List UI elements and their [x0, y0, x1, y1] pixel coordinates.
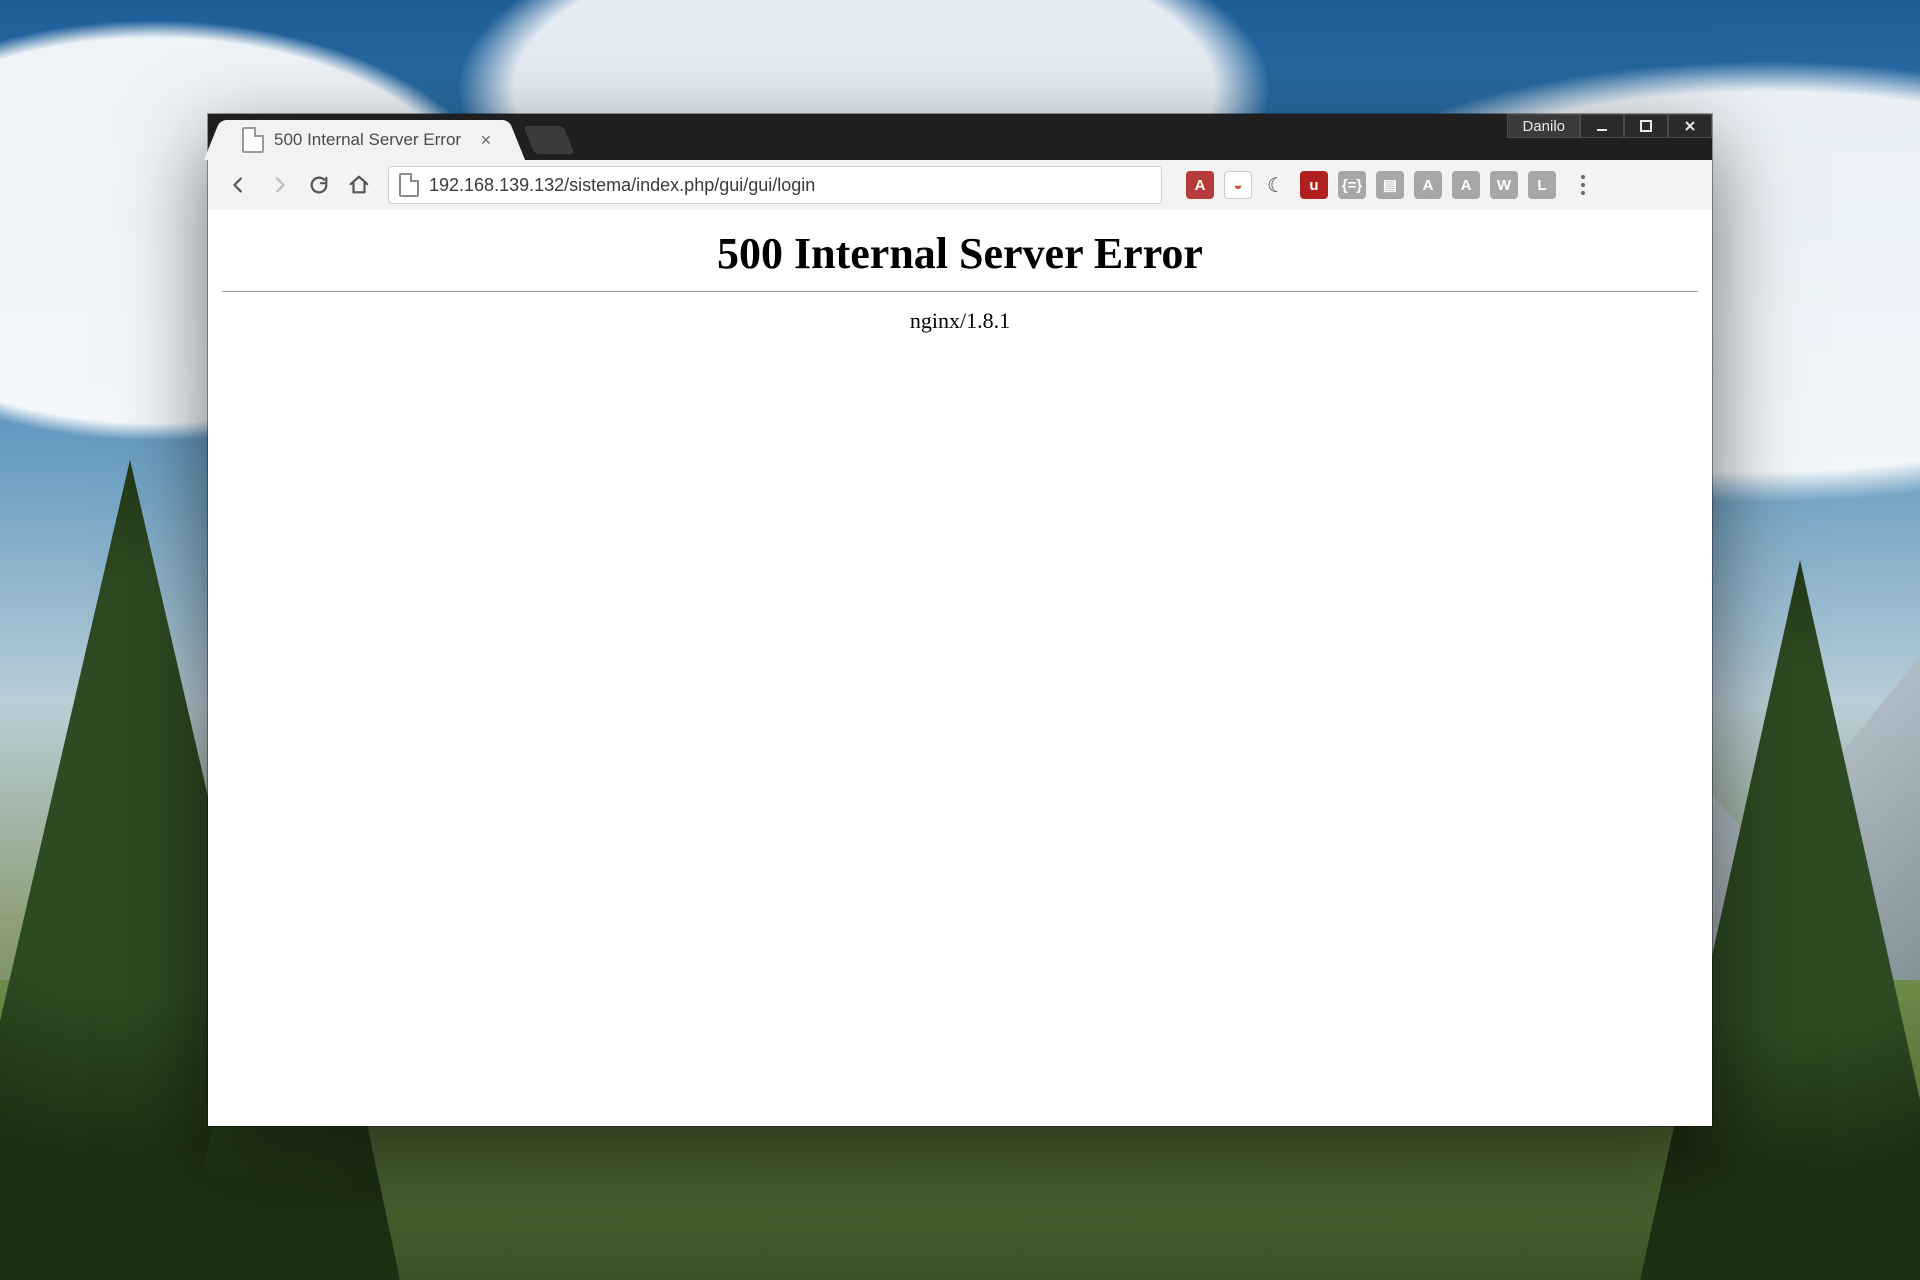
tab-close-button[interactable]: ×	[481, 131, 492, 149]
browser-window: 500 Internal Server Error × Danilo	[208, 114, 1712, 1126]
letter-l-icon[interactable]: L	[1528, 171, 1556, 199]
letter-a-icon[interactable]: A	[1452, 171, 1480, 199]
letter-w-icon[interactable]: W	[1490, 171, 1518, 199]
home-button[interactable]	[342, 168, 376, 202]
browser-tab[interactable]: 500 Internal Server Error ×	[226, 120, 503, 160]
braces-icon[interactable]: {=}	[1338, 171, 1366, 199]
browser-menu-button[interactable]	[1570, 175, 1596, 195]
server-signature: nginx/1.8.1	[208, 308, 1712, 334]
angular2-icon[interactable]: A	[1414, 171, 1442, 199]
address-bar[interactable]: 192.168.139.132/sistema/index.php/gui/gu…	[388, 166, 1162, 204]
address-bar-url: 192.168.139.132/sistema/index.php/gui/gu…	[429, 175, 815, 196]
window-controls: Danilo	[1507, 114, 1712, 138]
page-viewport[interactable]: 500 Internal Server Error nginx/1.8.1	[208, 210, 1712, 1126]
ublock-icon[interactable]: u	[1300, 171, 1328, 199]
close-window-button[interactable]	[1668, 114, 1712, 138]
minimize-button[interactable]	[1580, 114, 1624, 138]
titlebar: 500 Internal Server Error × Danilo	[208, 114, 1712, 160]
site-info-icon[interactable]	[399, 173, 419, 197]
desktop-wallpaper: 500 Internal Server Error × Danilo	[0, 0, 1920, 1280]
new-tab-button[interactable]	[523, 126, 574, 154]
divider	[222, 291, 1698, 292]
error-heading: 500 Internal Server Error	[208, 228, 1712, 279]
server-icon[interactable]: ▤	[1376, 171, 1404, 199]
crescent-icon[interactable]: ☾	[1262, 171, 1290, 199]
shield-icon[interactable]: ◒	[1224, 171, 1252, 199]
extension-icons: A◒☾u{=}▤AAWL	[1186, 171, 1556, 199]
back-button[interactable]	[222, 168, 256, 202]
browser-toolbar: 192.168.139.132/sistema/index.php/gui/gu…	[208, 160, 1712, 211]
tab-title: 500 Internal Server Error	[274, 130, 461, 150]
profile-badge[interactable]: Danilo	[1507, 114, 1580, 138]
maximize-button[interactable]	[1624, 114, 1668, 138]
forward-button[interactable]	[262, 168, 296, 202]
reload-button[interactable]	[302, 168, 336, 202]
angular-icon[interactable]: A	[1186, 171, 1214, 199]
document-icon	[242, 127, 264, 153]
